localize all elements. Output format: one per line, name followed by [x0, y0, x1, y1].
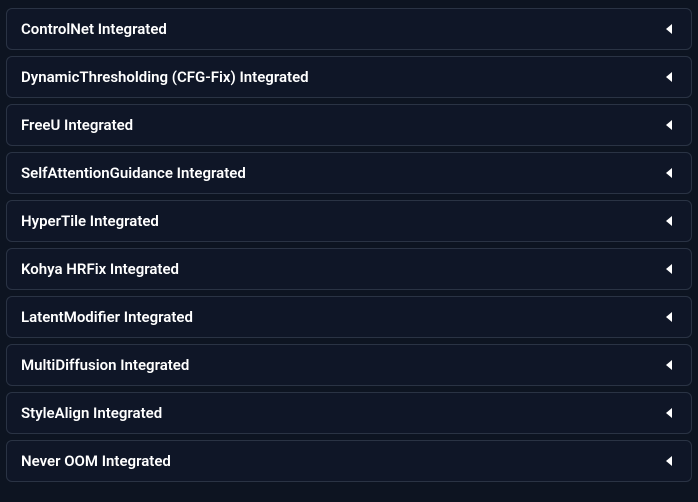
accordion-label: LatentModifier Integrated: [21, 308, 193, 326]
accordion-list: ControlNet Integrated DynamicThresholdin…: [6, 8, 692, 482]
chevron-left-icon: [663, 358, 677, 372]
accordion-item-multidiffusion[interactable]: MultiDiffusion Integrated: [6, 344, 692, 386]
accordion-label: StyleAlign Integrated: [21, 404, 162, 422]
accordion-item-selfattentionguidance[interactable]: SelfAttentionGuidance Integrated: [6, 152, 692, 194]
accordion-label: SelfAttentionGuidance Integrated: [21, 164, 246, 182]
accordion-item-hypertile[interactable]: HyperTile Integrated: [6, 200, 692, 242]
accordion-item-freeu[interactable]: FreeU Integrated: [6, 104, 692, 146]
accordion-label: Kohya HRFix Integrated: [21, 260, 179, 278]
accordion-label: FreeU Integrated: [21, 116, 133, 134]
accordion-item-latentmodifier[interactable]: LatentModifier Integrated: [6, 296, 692, 338]
accordion-item-dynamicthresholding[interactable]: DynamicThresholding (CFG-Fix) Integrated: [6, 56, 692, 98]
chevron-left-icon: [663, 406, 677, 420]
accordion-label: DynamicThresholding (CFG-Fix) Integrated: [21, 68, 309, 86]
accordion-label: Never OOM Integrated: [21, 452, 171, 470]
chevron-left-icon: [663, 214, 677, 228]
accordion-item-stylealign[interactable]: StyleAlign Integrated: [6, 392, 692, 434]
chevron-left-icon: [663, 262, 677, 276]
chevron-left-icon: [663, 70, 677, 84]
accordion-label: ControlNet Integrated: [21, 20, 167, 38]
chevron-left-icon: [663, 166, 677, 180]
accordion-label: HyperTile Integrated: [21, 212, 159, 230]
chevron-left-icon: [663, 454, 677, 468]
accordion-item-kohyahrfix[interactable]: Kohya HRFix Integrated: [6, 248, 692, 290]
accordion-label: MultiDiffusion Integrated: [21, 356, 189, 374]
accordion-item-controlnet[interactable]: ControlNet Integrated: [6, 8, 692, 50]
chevron-left-icon: [663, 310, 677, 324]
chevron-left-icon: [663, 22, 677, 36]
chevron-left-icon: [663, 118, 677, 132]
accordion-item-neveroom[interactable]: Never OOM Integrated: [6, 440, 692, 482]
